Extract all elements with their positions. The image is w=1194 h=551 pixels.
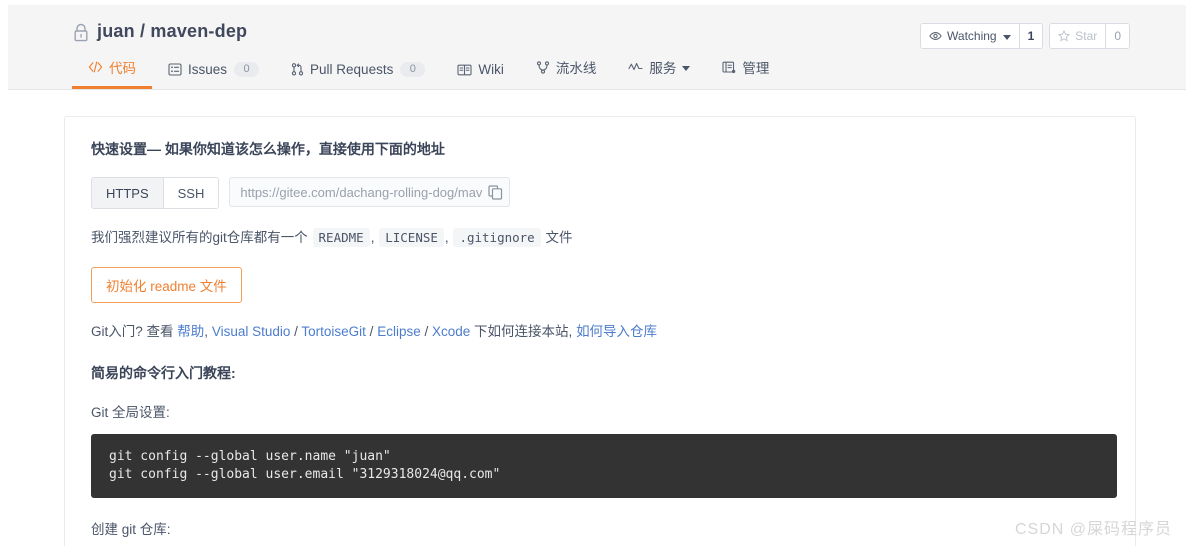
recommend-suffix: 文件	[545, 230, 573, 245]
service-icon	[628, 62, 643, 72]
tab-service[interactable]: 服务	[612, 57, 706, 89]
clone-url-row: HTTPS SSH https://gitee.com/dachang-roll…	[91, 177, 1109, 209]
git-help-comma-2: ,	[568, 324, 573, 339]
issues-count-badge: 0	[234, 62, 260, 77]
init-readme-button[interactable]: 初始化 readme 文件	[91, 267, 242, 303]
tutorial-section-label-create: 创建 git 仓库:	[91, 522, 171, 537]
recommend-prefix: 我们强烈建议所有的git仓库都有一个	[91, 230, 308, 245]
tab-issues-label: Issues	[188, 62, 228, 77]
repo-path[interactable]: juan / maven-dep	[97, 21, 247, 42]
comma-1: ,	[370, 230, 375, 245]
star-label: Star	[1075, 29, 1098, 43]
file-chip-license: LICENSE	[379, 228, 444, 247]
repo-page: juan / maven-dep Watching 1 Star 0 代码 Is…	[8, 5, 1186, 546]
visual-studio-link[interactable]: Visual Studio	[212, 324, 291, 339]
tab-manage-label: 管理	[742, 61, 770, 76]
watch-button[interactable]: Watching	[921, 24, 1019, 48]
tab-pull-requests[interactable]: Pull Requests 0	[275, 62, 441, 89]
clone-url-value: https://gitee.com/dachang-rolling-dog/ma…	[240, 184, 483, 200]
tab-manage[interactable]: 管理	[706, 57, 785, 89]
tortoisegit-link[interactable]: TortoiseGit	[301, 324, 366, 339]
chevron-down-icon	[1002, 34, 1011, 40]
watch-label: Watching	[947, 29, 997, 43]
code-block-global-config[interactable]: git config --global user.name "juan" git…	[91, 434, 1117, 498]
repo-tabs: 代码 Issues 0 Pull Requests 0 Wiki 流水线 服务 …	[72, 57, 785, 89]
pull-requests-icon	[291, 63, 304, 76]
chevron-down-icon	[682, 65, 691, 71]
git-help-text: Git入门? 查看 帮助, Visual Studio / TortoiseGi…	[91, 324, 658, 339]
eclipse-link[interactable]: Eclipse	[377, 324, 421, 339]
pull-requests-count-badge: 0	[400, 62, 426, 77]
content-area: 快速设置— 如果你知道该怎么操作，直接使用下面的地址 HTTPS SSH htt…	[8, 90, 1186, 546]
copy-icon[interactable]	[488, 184, 503, 200]
eye-icon	[929, 31, 942, 41]
protocol-option-ssh[interactable]: SSH	[162, 178, 219, 208]
quick-setup-card: 快速设置— 如果你知道该怎么操作，直接使用下面的地址 HTTPS SSH htt…	[64, 116, 1136, 546]
issues-icon	[168, 63, 182, 76]
protocol-option-https[interactable]: HTTPS	[92, 178, 163, 208]
manage-icon	[722, 61, 736, 74]
clone-url-field[interactable]: https://gitee.com/dachang-rolling-dog/ma…	[229, 177, 511, 207]
wiki-icon	[457, 64, 472, 76]
star-icon	[1058, 30, 1071, 42]
watch-button-group[interactable]: Watching 1	[920, 23, 1044, 49]
tab-code-label: 代码	[109, 61, 136, 76]
tab-wiki-label: Wiki	[478, 62, 504, 77]
code-icon	[88, 61, 103, 73]
file-chip-readme: README	[312, 228, 370, 247]
tab-code[interactable]: 代码	[72, 57, 152, 89]
pipeline-icon	[536, 60, 550, 74]
tutorial-title: 简易的命令行入门教程:	[91, 365, 236, 381]
git-help-comma-1: ,	[204, 324, 209, 339]
import-repo-link[interactable]: 如何导入仓库	[576, 324, 657, 339]
help-link[interactable]: 帮助	[177, 324, 204, 339]
star-count[interactable]: 0	[1105, 24, 1129, 48]
tab-pipeline[interactable]: 流水线	[520, 57, 613, 89]
tab-service-label: 服务	[649, 61, 677, 76]
tab-pipeline-label: 流水线	[555, 61, 597, 76]
watch-count[interactable]: 1	[1018, 24, 1043, 48]
file-chip-gitignore: .gitignore	[453, 228, 541, 247]
recommend-files-text: 我们强烈建议所有的git仓库都有一个 README, LICENSE, .git…	[91, 227, 1109, 249]
git-help-prefix: Git入门? 查看	[91, 324, 174, 339]
repo-header: juan / maven-dep Watching 1 Star 0 代码 Is…	[8, 5, 1186, 90]
git-help-middle: 下如何连接本站	[474, 324, 569, 339]
tab-wiki[interactable]: Wiki	[441, 62, 520, 89]
lock-icon	[72, 23, 90, 43]
tab-issues[interactable]: Issues 0	[152, 62, 275, 89]
tab-pull-requests-label: Pull Requests	[310, 62, 394, 77]
protocol-toggle[interactable]: HTTPS SSH	[91, 177, 220, 209]
header-actions: Watching 1 Star 0	[920, 23, 1130, 49]
xcode-link[interactable]: Xcode	[432, 324, 470, 339]
tutorial-section-label-global: Git 全局设置:	[91, 405, 170, 420]
comma-2: ,	[444, 230, 449, 245]
quick-setup-title: 快速设置— 如果你知道该怎么操作，直接使用下面的地址	[91, 141, 445, 157]
star-button[interactable]: Star	[1050, 24, 1105, 48]
star-button-group[interactable]: Star 0	[1049, 23, 1130, 49]
